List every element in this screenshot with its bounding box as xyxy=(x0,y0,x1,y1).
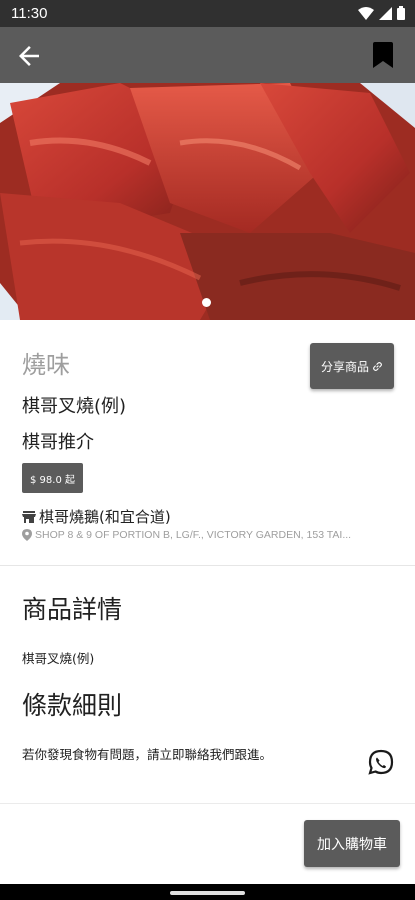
terms-heading: 條款細則 xyxy=(22,691,123,720)
status-bar: 11:30 xyxy=(0,0,415,27)
address-row: SHOP 8 & 9 OF PORTION B, LG/F., VICTORY … xyxy=(22,529,392,541)
add-to-cart-button[interactable]: 加入購物車 xyxy=(304,820,400,867)
product-category: 燒味 xyxy=(22,351,70,379)
link-icon xyxy=(373,361,382,371)
wifi-icon xyxy=(358,6,374,20)
shop-address: SHOP 8 & 9 OF PORTION B, LG/F., VICTORY … xyxy=(35,529,352,541)
store-icon xyxy=(22,510,36,523)
whatsapp-button[interactable] xyxy=(367,749,395,777)
details-heading: 商品詳情 xyxy=(22,595,123,624)
shop-name: 棋哥燒鵝(和宜合道) xyxy=(39,508,171,526)
product-image[interactable] xyxy=(0,83,415,320)
location-pin-icon xyxy=(22,529,32,541)
char-siu-photo xyxy=(0,83,415,320)
product-recommend-tag: 棋哥推介 xyxy=(22,432,94,453)
status-time: 11:30 xyxy=(11,5,48,22)
shop-row[interactable]: 棋哥燒鵝(和宜合道) xyxy=(22,506,171,527)
terms-text: 若你發現食物有問題，請立即聯絡我們跟進。 xyxy=(22,747,273,762)
arrow-left-icon xyxy=(19,46,39,66)
section-divider xyxy=(0,565,415,566)
price-badge: $ 98.0 起 xyxy=(22,463,83,493)
signal-icon xyxy=(379,6,392,20)
back-button[interactable] xyxy=(14,41,44,71)
carousel-page-dot[interactable] xyxy=(202,298,211,307)
bottom-divider xyxy=(0,803,415,804)
bookmark-button[interactable] xyxy=(373,42,393,68)
share-button[interactable]: 分享商品 xyxy=(310,343,394,389)
home-gesture-handle[interactable] xyxy=(170,891,245,895)
battery-icon xyxy=(397,6,405,20)
bookmark-icon xyxy=(373,42,393,68)
product-name: 棋哥叉燒(例) xyxy=(22,396,127,417)
app-toolbar xyxy=(0,27,415,83)
status-icons xyxy=(358,6,405,20)
whatsapp-icon xyxy=(368,749,394,775)
details-text: 棋哥叉燒(例) xyxy=(22,651,95,666)
share-button-label: 分享商品 xyxy=(320,359,369,374)
